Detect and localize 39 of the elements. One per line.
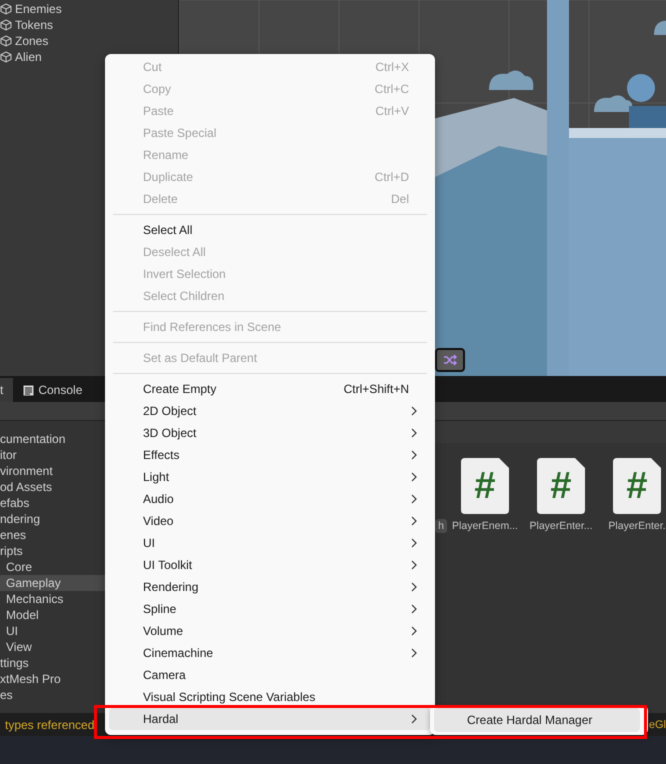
menu-item[interactable]: Light (109, 466, 431, 488)
shuffle-button[interactable] (435, 348, 465, 372)
panel-tab[interactable]: t (0, 378, 14, 402)
menu-item[interactable]: Hardal (109, 708, 431, 730)
menu-item[interactable]: Audio (109, 488, 431, 510)
status-message: types referenced (5, 718, 94, 732)
asset-label[interactable]: PlayerEnter. (605, 519, 666, 533)
panel-tab[interactable]: Console (13, 378, 92, 402)
menu-item[interactable]: Create Empty Ctrl+Shift+N (109, 378, 431, 400)
script-file-icon: # (461, 458, 509, 514)
menu-item[interactable]: Volume (109, 620, 431, 642)
menu-item[interactable]: UI (109, 532, 431, 554)
menu-item[interactable]: Effects (109, 444, 431, 466)
menu-item[interactable]: Select All (109, 219, 431, 241)
script-file-icon: # (613, 458, 661, 514)
menu-item[interactable]: 3D Object (109, 422, 431, 444)
hierarchy-item[interactable]: Tokens (15, 18, 54, 32)
asset-label[interactable]: PlayerEnem... (449, 519, 521, 533)
shuffle-icon (443, 354, 457, 366)
menu-item[interactable]: Video (109, 510, 431, 532)
status-message: eGl (648, 718, 666, 730)
menu-item[interactable]: 2D Object (109, 400, 431, 422)
console-icon (23, 384, 34, 396)
cube-icon (0, 19, 12, 31)
menu-item[interactable]: Cinemachine (109, 642, 431, 664)
menu-item[interactable]: Create Hardal Manager (434, 708, 640, 732)
cube-icon (0, 3, 12, 15)
menu-item[interactable]: UI Toolkit (109, 554, 431, 576)
hierarchy-item[interactable]: Alien (15, 50, 42, 64)
menu-item[interactable]: Visual Scripting Scene Variables (109, 686, 431, 708)
asset-label[interactable]: PlayerEnter... (526, 519, 596, 533)
cube-icon (0, 35, 12, 47)
hierarchy-item[interactable]: Zones (15, 34, 48, 48)
cube-icon (0, 51, 12, 63)
script-file-icon: # (537, 458, 585, 514)
menu-item[interactable]: Camera (109, 664, 431, 686)
asset-label[interactable]: h (435, 519, 447, 533)
menu-item[interactable]: Spline (109, 598, 431, 620)
hierarchy-item[interactable]: Enemies (15, 2, 62, 16)
